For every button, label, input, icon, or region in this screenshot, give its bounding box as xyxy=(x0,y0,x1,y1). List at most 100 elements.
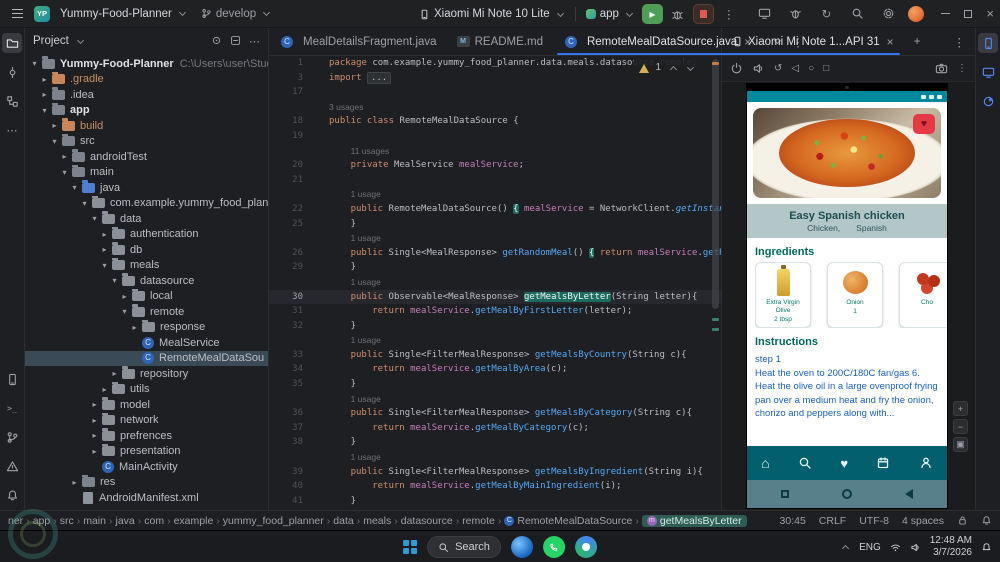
code-line[interactable]: 1 usage xyxy=(269,392,721,407)
tree-chevron-icon[interactable]: ▸ xyxy=(129,323,140,332)
tree-chevron-icon[interactable]: ▸ xyxy=(59,152,70,161)
tree-row[interactable]: AndroidManifest.xml xyxy=(25,490,268,506)
code-line[interactable]: 32} xyxy=(269,319,721,334)
breadcrumb-item[interactable]: data xyxy=(333,515,353,527)
editor-body[interactable]: 1package com.example.yummy_food_planner.… xyxy=(269,56,721,510)
code-line[interactable]: 20private MealService mealService; xyxy=(269,158,721,173)
volume-icon[interactable] xyxy=(752,62,765,75)
tab-mealdetailsfragment[interactable]: C MealDetailsFragment.java xyxy=(269,28,447,55)
tree-chevron-icon[interactable]: ▾ xyxy=(119,307,130,316)
start-button[interactable] xyxy=(403,540,417,554)
breadcrumb-item[interactable]: remote xyxy=(462,515,495,527)
tree-chevron-icon[interactable]: ▸ xyxy=(49,121,60,130)
more-run-actions-button[interactable]: ⋮ xyxy=(718,3,740,25)
code-line[interactable]: 1 usage xyxy=(269,333,721,348)
tree-chevron-icon[interactable]: ▸ xyxy=(89,416,100,425)
tree-chevron-icon[interactable]: ▸ xyxy=(119,292,130,301)
line-ending[interactable]: CRLF xyxy=(819,515,846,527)
zoom-in-button[interactable]: + xyxy=(953,401,968,416)
browser-app-icon[interactable] xyxy=(511,536,533,558)
code-line[interactable]: 40return mealService.getMealByMainIngred… xyxy=(269,479,721,494)
tree-row[interactable]: CMainActivity xyxy=(25,459,268,475)
power-icon[interactable] xyxy=(730,62,743,75)
favorites-nav-icon[interactable]: ♥ xyxy=(840,457,848,470)
code-line[interactable]: 3 usages xyxy=(269,100,721,115)
home-icon[interactable] xyxy=(842,489,852,499)
back-button-icon[interactable]: ◁ xyxy=(791,63,799,74)
profile-nav-icon[interactable] xyxy=(919,456,933,470)
profiler-button[interactable] xyxy=(784,3,806,25)
tree-row[interactable]: ▸local xyxy=(25,289,268,305)
breadcrumb-item[interactable]: java xyxy=(115,515,134,527)
code-line[interactable]: 31return mealService.getMealByFirstLette… xyxy=(269,304,721,319)
tree-chevron-icon[interactable]: ▸ xyxy=(109,369,120,378)
tree-chevron-icon[interactable]: ▸ xyxy=(89,447,100,456)
tree-row[interactable]: ▸.gradle xyxy=(25,72,268,88)
hidden-icons-chevron[interactable] xyxy=(842,544,849,551)
code-line[interactable]: 25} xyxy=(269,217,721,232)
tree-row[interactable]: ▾datasource xyxy=(25,273,268,289)
tree-chevron-icon[interactable]: ▾ xyxy=(99,261,110,270)
close-tab-icon[interactable]: × xyxy=(887,35,894,49)
tree-row[interactable]: ▸response xyxy=(25,320,268,336)
zoom-fit-button[interactable]: ▣ xyxy=(953,437,968,452)
back-icon[interactable] xyxy=(905,489,913,499)
search-everywhere-button[interactable] xyxy=(846,3,868,25)
tree-row[interactable]: ▾com.example.yummy_food_planner xyxy=(25,196,268,212)
language-indicator[interactable]: ENG xyxy=(859,542,881,553)
collapse-all-icon[interactable] xyxy=(230,35,241,46)
tree-row[interactable]: ▾src xyxy=(25,134,268,150)
code-line[interactable]: 39public Single<FilterMealResponse> getM… xyxy=(269,465,721,480)
main-menu-button[interactable] xyxy=(6,3,28,25)
tree-chevron-icon[interactable]: ▾ xyxy=(49,137,60,146)
breadcrumb-item[interactable]: com xyxy=(144,515,164,527)
tree-row[interactable]: ▸res xyxy=(25,475,268,491)
tree-chevron-icon[interactable]: ▾ xyxy=(79,199,90,208)
breadcrumb-item[interactable]: src xyxy=(60,515,74,527)
screenshot-camera-icon[interactable] xyxy=(935,62,948,75)
structure-tool-button[interactable] xyxy=(2,91,22,111)
ingredient-card[interactable]: Cho xyxy=(899,262,947,328)
device-tab[interactable]: Xiaomi Mi Note 1...API 31 × xyxy=(722,28,904,55)
chevron-down-icon[interactable] xyxy=(77,36,84,43)
tree-row[interactable]: ▾java xyxy=(25,180,268,196)
settings-button[interactable] xyxy=(877,3,899,25)
running-devices-tool-button[interactable] xyxy=(978,33,998,53)
sync-button[interactable]: ↻ xyxy=(815,3,837,25)
add-device-tab-button[interactable]: + xyxy=(904,28,931,55)
gradle-tool-button[interactable] xyxy=(978,91,998,111)
code-line[interactable]: 35} xyxy=(269,377,721,392)
tree-chevron-icon[interactable]: ▾ xyxy=(89,214,100,223)
locate-file-icon[interactable] xyxy=(211,35,222,46)
tree-row[interactable]: ▸build xyxy=(25,118,268,134)
notifications-bell-icon[interactable] xyxy=(981,542,992,553)
tree-row[interactable]: CRemoteMealDataSou xyxy=(25,351,268,367)
wifi-icon[interactable] xyxy=(890,542,901,553)
terminal-tool-button[interactable]: >_ xyxy=(2,398,22,418)
clock[interactable]: 12:48 AM 3/7/2026 xyxy=(930,535,972,560)
code-line[interactable]: 29} xyxy=(269,260,721,275)
tree-row[interactable]: ▸prefrences xyxy=(25,428,268,444)
search-nav-icon[interactable] xyxy=(798,456,812,470)
tree-row[interactable]: ▸utils xyxy=(25,382,268,398)
more-options-icon[interactable]: ⋮ xyxy=(954,35,966,49)
android-studio-app-icon[interactable] xyxy=(575,536,597,558)
profile-avatar[interactable] xyxy=(908,6,924,22)
breadcrumb-item[interactable]: yummy_food_planner xyxy=(223,515,324,527)
commit-tool-button[interactable] xyxy=(2,62,22,82)
rotate-left-icon[interactable]: ↺ xyxy=(774,63,782,74)
recents-icon[interactable] xyxy=(781,490,789,498)
code-line[interactable]: 22public RemoteMealDataSource() { mealSe… xyxy=(269,202,721,217)
breadcrumb-item[interactable]: CRemoteMealDataSource xyxy=(504,515,632,527)
volume-icon[interactable] xyxy=(910,542,921,553)
planner-nav-icon[interactable] xyxy=(876,456,890,470)
tree-chevron-icon[interactable]: ▸ xyxy=(39,75,50,84)
tree-row[interactable]: ▸network xyxy=(25,413,268,429)
tree-row[interactable]: ▾main xyxy=(25,165,268,181)
tree-chevron-icon[interactable]: ▸ xyxy=(39,90,50,99)
lock-icon[interactable] xyxy=(957,515,968,526)
close-icon[interactable]: × xyxy=(986,7,994,20)
code-line[interactable]: 34return mealService.getMealByArea(c); xyxy=(269,362,721,377)
code-line[interactable]: 36public Single<FilterMealResponse> getM… xyxy=(269,406,721,421)
tree-chevron-icon[interactable]: ▸ xyxy=(89,431,100,440)
